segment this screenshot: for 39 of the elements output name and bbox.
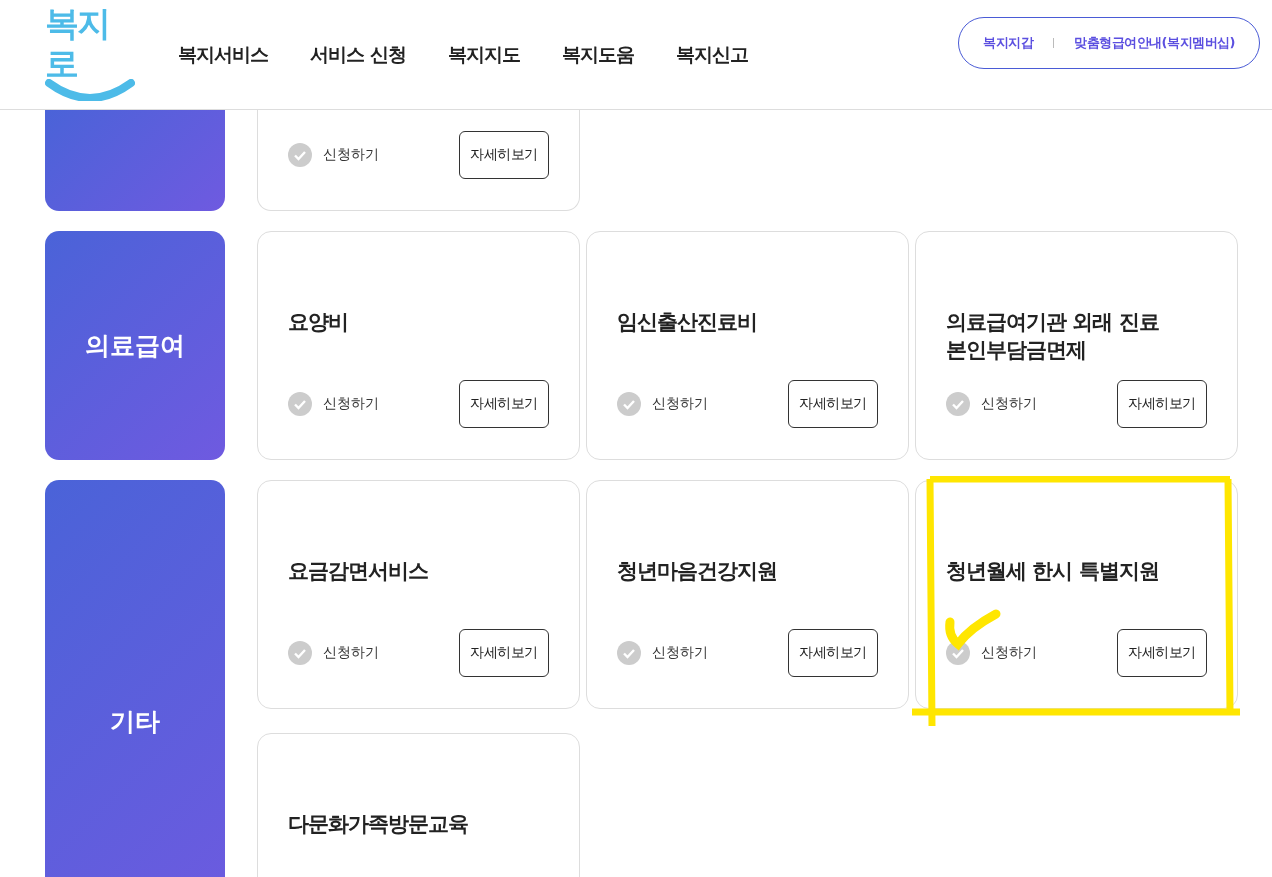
service-title: 요금감면서비스 [288,558,429,585]
service-title: 다문화가족방문교육 [288,811,469,838]
check-icon [946,392,970,416]
service-title: 의료급여기관 외래 진료 본인부담금면제 [946,309,1160,364]
nav-link[interactable]: 서비스 신청 [310,41,406,68]
apply-link[interactable]: 신청하기 [946,392,1037,416]
smile-icon [45,78,135,101]
check-icon [617,641,641,665]
check-icon [617,392,641,416]
apply-link[interactable]: 신청하기 [288,641,379,665]
details-button[interactable]: 자세히보기 [459,380,549,428]
quick-link[interactable]: 복지지갑 [983,33,1034,52]
details-button[interactable]: 자세히보기 [459,131,549,179]
check-icon [288,641,312,665]
check-icon [288,143,312,167]
service-title: 요양비 [288,309,349,336]
details-button[interactable]: 자세히보기 [788,380,878,428]
category-label: 의료급여 [85,330,185,362]
nav-link[interactable]: 복지서비스 [178,41,268,68]
apply-link[interactable]: 신청하기 [288,143,379,167]
logo-text: 복지로 [45,2,110,83]
nav-link[interactable]: 복지신고 [675,41,748,68]
details-button[interactable]: 자세히보기 [1117,380,1207,428]
apply-link[interactable]: 신청하기 [617,641,708,665]
service-title: 청년마음건강지원 [617,558,778,585]
nav-link[interactable]: 복지도움 [561,41,634,68]
apply-link[interactable]: 신청하기 [617,392,708,416]
service-title: 임신출산진료비 [617,309,758,336]
quick-link[interactable]: 맞춤형급여안내(복지멤버십) [1074,33,1235,52]
service-title: 청년월세 한시 특별지원 [946,558,1160,585]
details-button[interactable]: 자세히보기 [1117,629,1207,677]
details-button[interactable]: 자세히보기 [788,629,878,677]
apply-link[interactable]: 신청하기 [946,641,1037,665]
details-button[interactable]: 자세히보기 [459,629,549,677]
nav-link[interactable]: 복지지도 [447,41,520,68]
apply-link[interactable]: 신청하기 [288,392,379,416]
check-icon [288,392,312,416]
category-label: 기타 [110,705,160,738]
check-icon [946,641,970,665]
